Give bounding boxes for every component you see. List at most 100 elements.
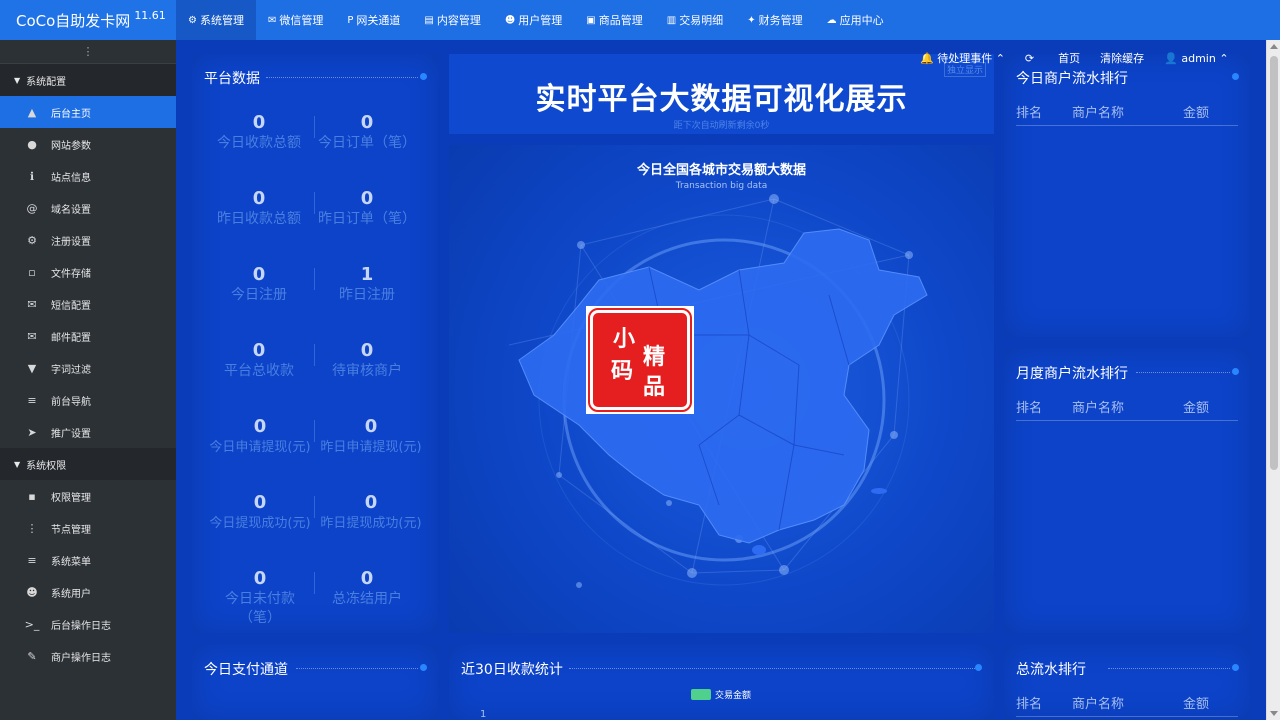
stat-today-withdraw-req: 0 今日申请提现(元) <box>204 416 316 457</box>
sidebar-item-label: 后台操作日志 <box>51 620 111 632</box>
nav-content[interactable]: ▤ 内容管理 <box>412 0 492 40</box>
stat-label: 今日提现成功(元) <box>209 516 311 531</box>
scroll-thumb[interactable] <box>1270 56 1278 470</box>
map-subtitle: Transaction big data <box>675 181 768 191</box>
chart-legend[interactable]: 交易金额 <box>691 688 751 701</box>
sidebar-item-domain[interactable]: @ 域名设置 <box>0 192 176 224</box>
nav-apps[interactable]: ☁ 应用中心 <box>815 0 896 40</box>
sidebar-item-site-params[interactable]: ● 网站参数 <box>0 128 176 160</box>
china-map-graphic <box>508 194 928 588</box>
users-icon: ☻ <box>26 585 38 599</box>
nav-goods[interactable]: ▣ 商品管理 <box>574 0 654 40</box>
brand[interactable]: CoCo自助发卡网 11.61 <box>0 0 176 40</box>
title-dot <box>1232 368 1239 375</box>
stat-label: 昨日收款总额 <box>217 211 301 227</box>
title-dot <box>1232 73 1239 80</box>
sidebar-item-sysusers[interactable]: ☻ 系统用户 <box>0 576 176 608</box>
sidebar-item-permissions[interactable]: ▪ 权限管理 <box>0 480 176 512</box>
col-merchant: 商户名称 <box>1072 697 1125 712</box>
envelope-icon: ✉ <box>27 329 37 343</box>
sidebar-item-merchant-log[interactable]: ✎ 商户操作日志 <box>0 640 176 672</box>
sidebar-group-permission[interactable]: ▼ 系统权限 <box>0 448 176 480</box>
sidebar-item-front-nav[interactable]: ≡ 前台导航 <box>0 384 176 416</box>
sidebar-item-promo[interactable]: ➤ 推广设置 <box>0 416 176 448</box>
scroll-down-icon[interactable] <box>1270 711 1278 716</box>
col-amount: 金额 <box>1183 697 1210 712</box>
nav-system[interactable]: ⚙ 系统管理 <box>176 0 256 40</box>
sidebar-item-storage[interactable]: ▫ 文件存储 <box>0 256 176 288</box>
stat-label: 今日未付款（笔） <box>225 591 295 626</box>
bell-icon: 🔔 <box>920 52 934 65</box>
sidebar-item-nodes[interactable]: ⋮ 节点管理 <box>0 512 176 544</box>
china-map-panel: 今日全国各城市交易额大数据 Transaction big data <box>449 145 994 633</box>
stat-label: 待审核商户 <box>332 363 402 379</box>
pending-events-menu[interactable]: 🔔 待处理事件 ⌃ <box>920 50 1005 66</box>
sidebar-item-admin-log[interactable]: >_ 后台操作日志 <box>0 608 176 640</box>
col-amount: 金额 <box>1183 401 1210 416</box>
sidebar-item-site-info[interactable]: ℹ 站点信息 <box>0 160 176 192</box>
sidebar-item-mail[interactable]: ✉ 邮件配置 <box>0 320 176 352</box>
sidebar-item-register[interactable]: ⚙ 注册设置 <box>0 224 176 256</box>
envelope-icon: ✉ <box>27 297 37 311</box>
refresh-button[interactable]: ⟳ <box>1025 52 1034 65</box>
bullhorn-icon: ➤ <box>27 425 37 439</box>
wechat-icon: ✉ <box>267 14 277 26</box>
title-dot <box>1232 664 1239 671</box>
sidebar-item-filter[interactable]: ▼ 字词过滤 <box>0 352 176 384</box>
col-merchant: 商户名称 <box>1072 401 1125 416</box>
sidebar: ⋮ ▼ 系统配置 ▲ 后台主页 ● 网站参数 ℹ 站点信息 @ 域名设置 ⚙ 注册设置 ▫ 文… <box>0 40 176 720</box>
brand-name: CoCo自助发卡网 <box>16 11 131 30</box>
nav-label: 系统管理 <box>199 14 244 27</box>
stat-frozen-users: 0 总冻结用户 <box>312 568 422 609</box>
nav-label: 交易明细 <box>679 14 724 27</box>
save-icon: ▫ <box>28 265 36 279</box>
scroll-up-icon[interactable] <box>1270 44 1278 49</box>
stat-value: 0 <box>252 112 266 133</box>
stat-pending-merchants: 0 待审核商户 <box>312 340 422 381</box>
apple-icon: ● <box>27 137 37 151</box>
brand-version: 11.61 <box>134 8 166 22</box>
clear-cache-button[interactable]: 清除缓存 <box>1100 50 1144 66</box>
header-divider <box>1016 125 1238 126</box>
nav-label: 微信管理 <box>279 14 324 27</box>
shopping-bag-icon: ▣ <box>586 14 596 26</box>
stat-today-orders: 0 今日订单（笔） <box>312 112 422 153</box>
nav-gateway[interactable]: P 网关通道 <box>335 0 412 40</box>
stat-label: 今日申请提现(元) <box>209 440 311 455</box>
header-divider <box>1016 716 1238 717</box>
sidebar-toggle[interactable]: ⋮ <box>0 40 176 64</box>
stat-value: 0 <box>364 416 378 437</box>
panel-title: 平台数据 <box>204 71 260 87</box>
sidebar-item-label: 域名设置 <box>51 204 91 216</box>
vertical-scrollbar[interactable] <box>1266 40 1280 720</box>
ellipsis-icon: ⋮ <box>26 521 38 535</box>
sidebar-item-menus[interactable]: ≡ 系统菜单 <box>0 544 176 576</box>
sidebar-item-label: 注册设置 <box>51 236 91 248</box>
users-icon: ☻ <box>504 14 516 26</box>
nav-users[interactable]: ☻ 用户管理 <box>493 0 574 40</box>
sidebar-group-config[interactable]: ▼ 系统配置 <box>0 64 176 96</box>
nav-trades[interactable]: ▥ 交易明细 <box>655 0 735 40</box>
sidebar-item-label: 邮件配置 <box>51 332 91 344</box>
nav-finance[interactable]: ✦ 财务管理 <box>735 0 814 40</box>
stat-value: 0 <box>360 112 374 133</box>
stat-value: 0 <box>364 492 378 513</box>
sidebar-item-sms[interactable]: ✉ 短信配置 <box>0 288 176 320</box>
header-divider <box>1016 420 1238 421</box>
stat-today-unpaid: 0 今日未付款（笔） <box>212 568 308 628</box>
headline-panel: 实时平台大数据可视化展示 距下次自动刷新剩余0秒 独立显示 <box>449 54 994 134</box>
stat-label: 昨日申请提现(元) <box>320 440 422 455</box>
document-icon: ▤ <box>424 14 434 26</box>
nav-wechat[interactable]: ✉ 微信管理 <box>256 0 335 40</box>
title-divider <box>1108 668 1230 669</box>
seal-char: 品 <box>643 374 666 400</box>
y-axis-tick: 1 <box>480 709 487 720</box>
stat-label: 今日订单（笔） <box>318 135 416 151</box>
top-header: CoCo自助发卡网 11.61 ⚙ 系统管理 ✉ 微信管理 P 网关通道 ▤ 内容管理 ☻… <box>0 0 1280 40</box>
bar-chart-icon: ▥ <box>666 14 677 26</box>
home-link[interactable]: 首页 <box>1058 50 1080 66</box>
pin-icon: ✎ <box>27 649 37 663</box>
user-menu[interactable]: 👤 admin ⌃ <box>1164 52 1228 65</box>
title-dot <box>420 664 427 671</box>
sidebar-item-dashboard[interactable]: ▲ 后台主页 <box>0 96 176 128</box>
